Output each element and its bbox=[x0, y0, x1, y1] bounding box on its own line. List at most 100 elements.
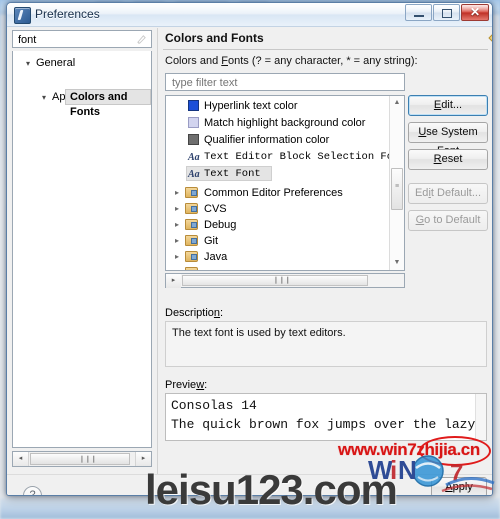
list-group[interactable]: ▸ CVS bbox=[166, 201, 404, 217]
list-item-selected[interactable]: Aa Text Font bbox=[166, 166, 404, 182]
preview-label: Preview: bbox=[165, 379, 208, 391]
filter-input[interactable] bbox=[170, 75, 402, 91]
expand-arrow-icon[interactable]: ▸ bbox=[175, 265, 179, 270]
color-swatch-icon bbox=[188, 100, 199, 111]
close-icon: ✕ bbox=[469, 5, 481, 19]
preview-line: Consolas 14 bbox=[171, 398, 257, 413]
list-item-label: Qualifier information color bbox=[204, 134, 330, 146]
expand-arrow-icon[interactable]: ▾ bbox=[39, 89, 49, 106]
folder-category-icon bbox=[185, 219, 198, 230]
window-title: Preferences bbox=[35, 7, 100, 21]
sidebar-item-label: General bbox=[36, 57, 76, 69]
dialog-content: ▾ General ▾ Appearance Colors and Fonts … bbox=[7, 26, 493, 495]
watermark-bottom-text: leisu123.com bbox=[145, 466, 398, 513]
description-box: The text font is used by text editors. bbox=[165, 321, 487, 367]
reset-button[interactable]: Reset bbox=[408, 149, 488, 170]
preview-line: The quick brown fox jumps over the lazy … bbox=[171, 417, 487, 432]
list-item-label: Hyperlink text color bbox=[204, 100, 298, 112]
preview-vscrollbar[interactable] bbox=[475, 394, 486, 440]
scroll-up-icon[interactable]: ▲ bbox=[390, 96, 404, 110]
sidebar-search-box[interactable] bbox=[12, 30, 152, 48]
list-group[interactable]: ▸ Java bbox=[166, 249, 404, 265]
list-group[interactable]: ▸ Git bbox=[166, 233, 404, 249]
font-aa-icon: Aa bbox=[188, 152, 200, 163]
scrollbar-thumb[interactable]: ❙❙❙ bbox=[182, 275, 368, 286]
help-icon[interactable]: ? bbox=[23, 486, 42, 495]
sidebar-item-colors-and-fonts[interactable]: Colors and Fonts bbox=[65, 89, 151, 118]
description-text: The text font is used by text editors. bbox=[172, 327, 346, 339]
go-to-default-button: Go to Default bbox=[408, 210, 488, 231]
back-arrow-icon[interactable] bbox=[488, 32, 493, 44]
preferences-dialog: Preferences ✕ ▾ General bbox=[6, 2, 493, 496]
edit-default-button: Edit Default... bbox=[408, 183, 488, 204]
filter-input-box[interactable] bbox=[165, 73, 405, 91]
reset-button-label: Reset bbox=[433, 153, 463, 165]
title-bar: Preferences ✕ bbox=[7, 3, 492, 27]
expand-arrow-icon[interactable]: ▸ bbox=[175, 185, 179, 201]
list-group-label: Debug bbox=[204, 219, 237, 231]
expand-arrow-icon[interactable]: ▸ bbox=[175, 233, 179, 249]
list-group-label: Git bbox=[204, 235, 219, 247]
minimize-button[interactable] bbox=[405, 4, 432, 21]
sidebar-tree[interactable]: ▾ General ▾ Appearance Colors and Fonts bbox=[12, 51, 152, 448]
list-group-label: CVS bbox=[204, 203, 227, 215]
list-group-label: Java bbox=[204, 251, 228, 263]
scroll-left-icon[interactable]: ◂ bbox=[13, 452, 29, 466]
scrollbar-grip-icon: ❙❙❙ bbox=[273, 277, 291, 284]
edit-default-button-label: Edit Default... bbox=[414, 187, 482, 199]
page-title: Colors and Fonts bbox=[165, 31, 264, 45]
sidebar-item-appearance[interactable]: ▾ Appearance bbox=[13, 72, 151, 103]
list-group-partial[interactable]: ▸ bbox=[166, 265, 404, 270]
expand-arrow-icon[interactable]: ▸ bbox=[175, 217, 179, 233]
go-to-default-button-label: Go to Default bbox=[415, 214, 481, 226]
color-swatch-icon bbox=[188, 117, 199, 128]
scrollbar-grip-icon: ❙❙❙ bbox=[79, 456, 97, 463]
scrollbar-grip-icon: ≡ bbox=[395, 183, 400, 190]
preferences-icon bbox=[14, 7, 31, 24]
list-item[interactable]: Qualifier information color bbox=[166, 132, 404, 148]
use-system-font-button[interactable]: Use System Font bbox=[408, 122, 488, 157]
expand-arrow-icon[interactable]: ▸ bbox=[175, 201, 179, 217]
scrollbar-thumb[interactable]: ❙❙❙ bbox=[30, 453, 130, 465]
title-divider bbox=[163, 49, 488, 50]
sidebar-item-label: Colors and Fonts bbox=[70, 91, 128, 118]
list-group[interactable]: ▸ Debug bbox=[166, 217, 404, 233]
folder-category-icon bbox=[185, 267, 198, 270]
close-button[interactable]: ✕ bbox=[461, 4, 489, 21]
scroll-down-icon[interactable]: ▼ bbox=[390, 256, 404, 270]
preview-box[interactable]: Consolas 14 The quick brown fox jumps ov… bbox=[165, 393, 487, 441]
scroll-right-icon[interactable]: ▸ bbox=[135, 452, 151, 466]
scroll-right-icon[interactable]: ▸ bbox=[166, 274, 181, 288]
list-item-label: Text Font bbox=[204, 168, 261, 180]
pane-divider[interactable] bbox=[157, 28, 158, 474]
list-hscrollbar[interactable]: ◂ ▸ ❙❙❙ bbox=[165, 273, 405, 288]
list-group-label: Common Editor Preferences bbox=[204, 187, 343, 199]
list-item[interactable]: Hyperlink text color bbox=[166, 98, 404, 114]
edit-button[interactable]: Edit... bbox=[408, 95, 488, 116]
expand-arrow-icon[interactable]: ▸ bbox=[175, 249, 179, 265]
sidebar: ▾ General ▾ Appearance Colors and Fonts … bbox=[12, 30, 152, 470]
maximize-button[interactable] bbox=[433, 4, 460, 21]
folder-category-icon bbox=[185, 251, 198, 262]
search-input[interactable] bbox=[16, 32, 132, 48]
folder-category-icon bbox=[185, 187, 198, 198]
clear-icon[interactable] bbox=[136, 34, 147, 45]
folder-category-icon bbox=[185, 203, 198, 214]
sidebar-item-general[interactable]: ▾ General bbox=[13, 55, 151, 72]
expand-arrow-icon[interactable]: ▾ bbox=[23, 55, 33, 72]
list-item[interactable]: Aa Text Editor Block Selection Font bbox=[166, 149, 404, 165]
folder-category-icon bbox=[185, 235, 198, 246]
list-item-label: Text Editor Block Selection Font bbox=[204, 151, 405, 163]
color-swatch-icon bbox=[188, 134, 199, 145]
list-item[interactable]: Match highlight background color bbox=[166, 115, 404, 131]
colors-and-fonts-list[interactable]: Hyperlink text color Match highlight bac… bbox=[165, 95, 405, 271]
description-label: Description: bbox=[165, 307, 224, 319]
list-group[interactable]: ▸ Common Editor Preferences bbox=[166, 185, 404, 201]
scrollbar-thumb[interactable]: ≡ bbox=[391, 168, 403, 210]
svg-text:N: N bbox=[398, 455, 417, 485]
list-vscrollbar[interactable]: ▲ ≡ ▼ bbox=[389, 96, 404, 270]
font-aa-icon: Aa bbox=[188, 169, 200, 180]
edit-button-label: Edit... bbox=[433, 99, 463, 111]
sidebar-hscrollbar[interactable]: ◂ ▸ ❙❙❙ bbox=[12, 451, 152, 467]
filter-label: Colors and Fonts (? = any character, * =… bbox=[165, 55, 418, 67]
